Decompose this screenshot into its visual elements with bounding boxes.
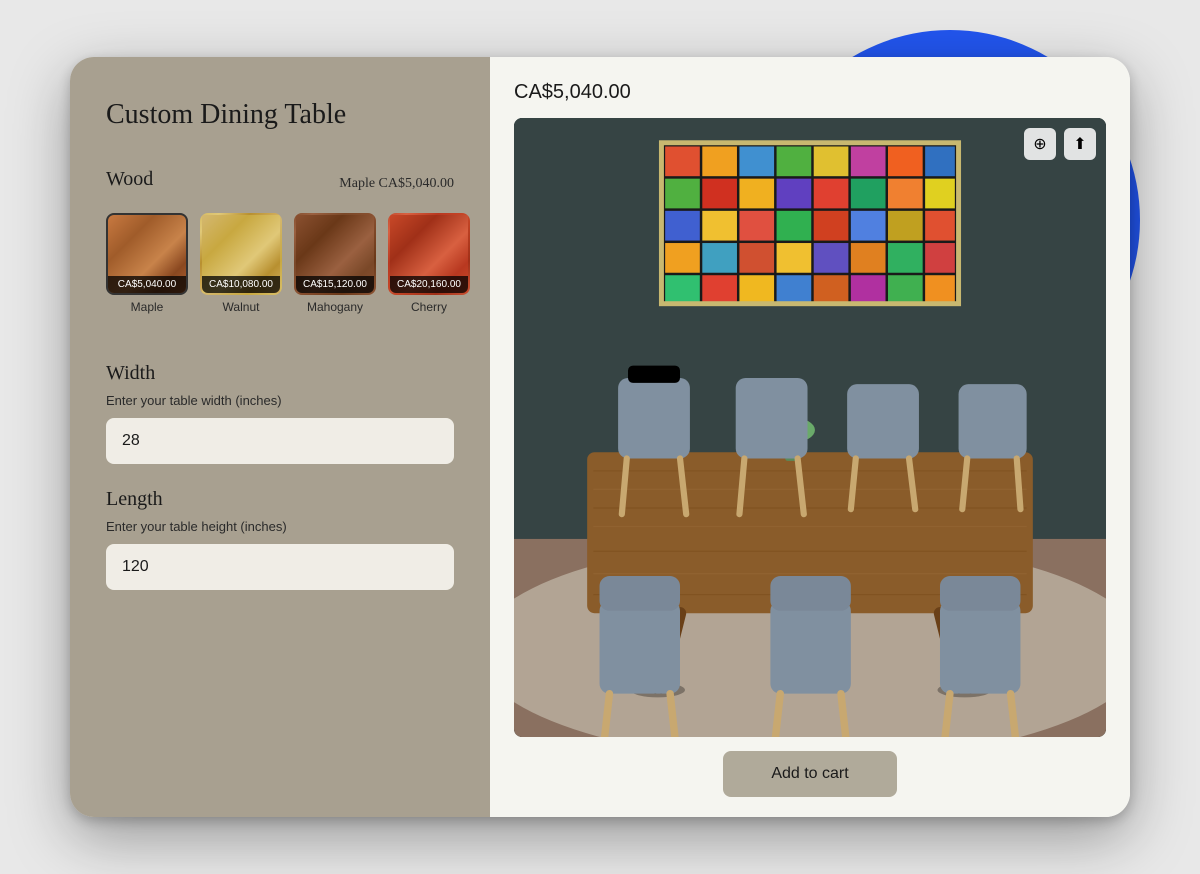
wood-swatch-maple: CA$5,040.00 [106,213,188,295]
price-display: CA$5,040.00 [514,81,1106,104]
zoom-button[interactable]: ⊕ [1024,128,1056,160]
length-input[interactable] [106,544,454,590]
maple-label: Maple [131,300,164,314]
width-section-label: Width [106,362,454,385]
width-input-label: Enter your table width (inches) [106,393,454,408]
maple-price-badge: CA$5,040.00 [108,276,186,293]
length-section-label: Length [106,488,454,511]
share-icon: ⬆ [1073,134,1086,154]
wood-selection-info: Maple CA$5,040.00 [339,176,454,192]
zoom-icon: ⊕ [1033,134,1046,154]
add-to-cart-button[interactable]: Add to cart [723,751,896,797]
width-section: Width Enter your table width (inches) [106,362,454,464]
wood-swatch-cherry: CA$20,160.00 [388,213,470,295]
dining-scene-svg [514,118,1106,737]
share-button[interactable]: ⬆ [1064,128,1096,160]
wood-option-cherry[interactable]: CA$20,160.00 Cherry [388,213,470,314]
wood-options: CA$5,040.00 Maple CA$10,080.00 Walnut CA… [106,213,454,314]
image-toolbar: ⊕ ⬆ [1024,128,1096,160]
wood-swatch-mahogany: CA$15,120.00 [294,213,376,295]
walnut-price-badge: CA$10,080.00 [202,276,280,293]
mahogany-price-badge: CA$15,120.00 [296,276,374,293]
length-section: Length Enter your table height (inches) [106,488,454,590]
left-panel: Custom Dining Table Wood Maple CA$5,040.… [70,57,490,817]
right-panel: CA$5,040.00 ⊕ ⬆ [490,57,1130,817]
add-to-cart-row: Add to cart [514,737,1106,797]
length-input-label: Enter your table height (inches) [106,519,454,534]
wood-swatch-walnut: CA$10,080.00 [200,213,282,295]
wood-section-label: Wood [106,168,153,191]
walnut-label: Walnut [223,300,260,314]
wood-option-walnut[interactable]: CA$10,080.00 Walnut [200,213,282,314]
mahogany-label: Mahogany [307,300,363,314]
wood-option-maple[interactable]: CA$5,040.00 Maple [106,213,188,314]
cherry-price-badge: CA$20,160.00 [390,276,468,293]
wood-section: Wood Maple CA$5,040.00 CA$5,040.00 Maple… [106,168,454,314]
width-input[interactable] [106,418,454,464]
device-frame: Custom Dining Table Wood Maple CA$5,040.… [70,57,1130,817]
product-image-container: ⊕ ⬆ [514,118,1106,737]
wood-header: Wood Maple CA$5,040.00 [106,168,454,199]
cherry-label: Cherry [411,300,447,314]
wood-option-mahogany[interactable]: CA$15,120.00 Mahogany [294,213,376,314]
product-title: Custom Dining Table [106,97,454,132]
